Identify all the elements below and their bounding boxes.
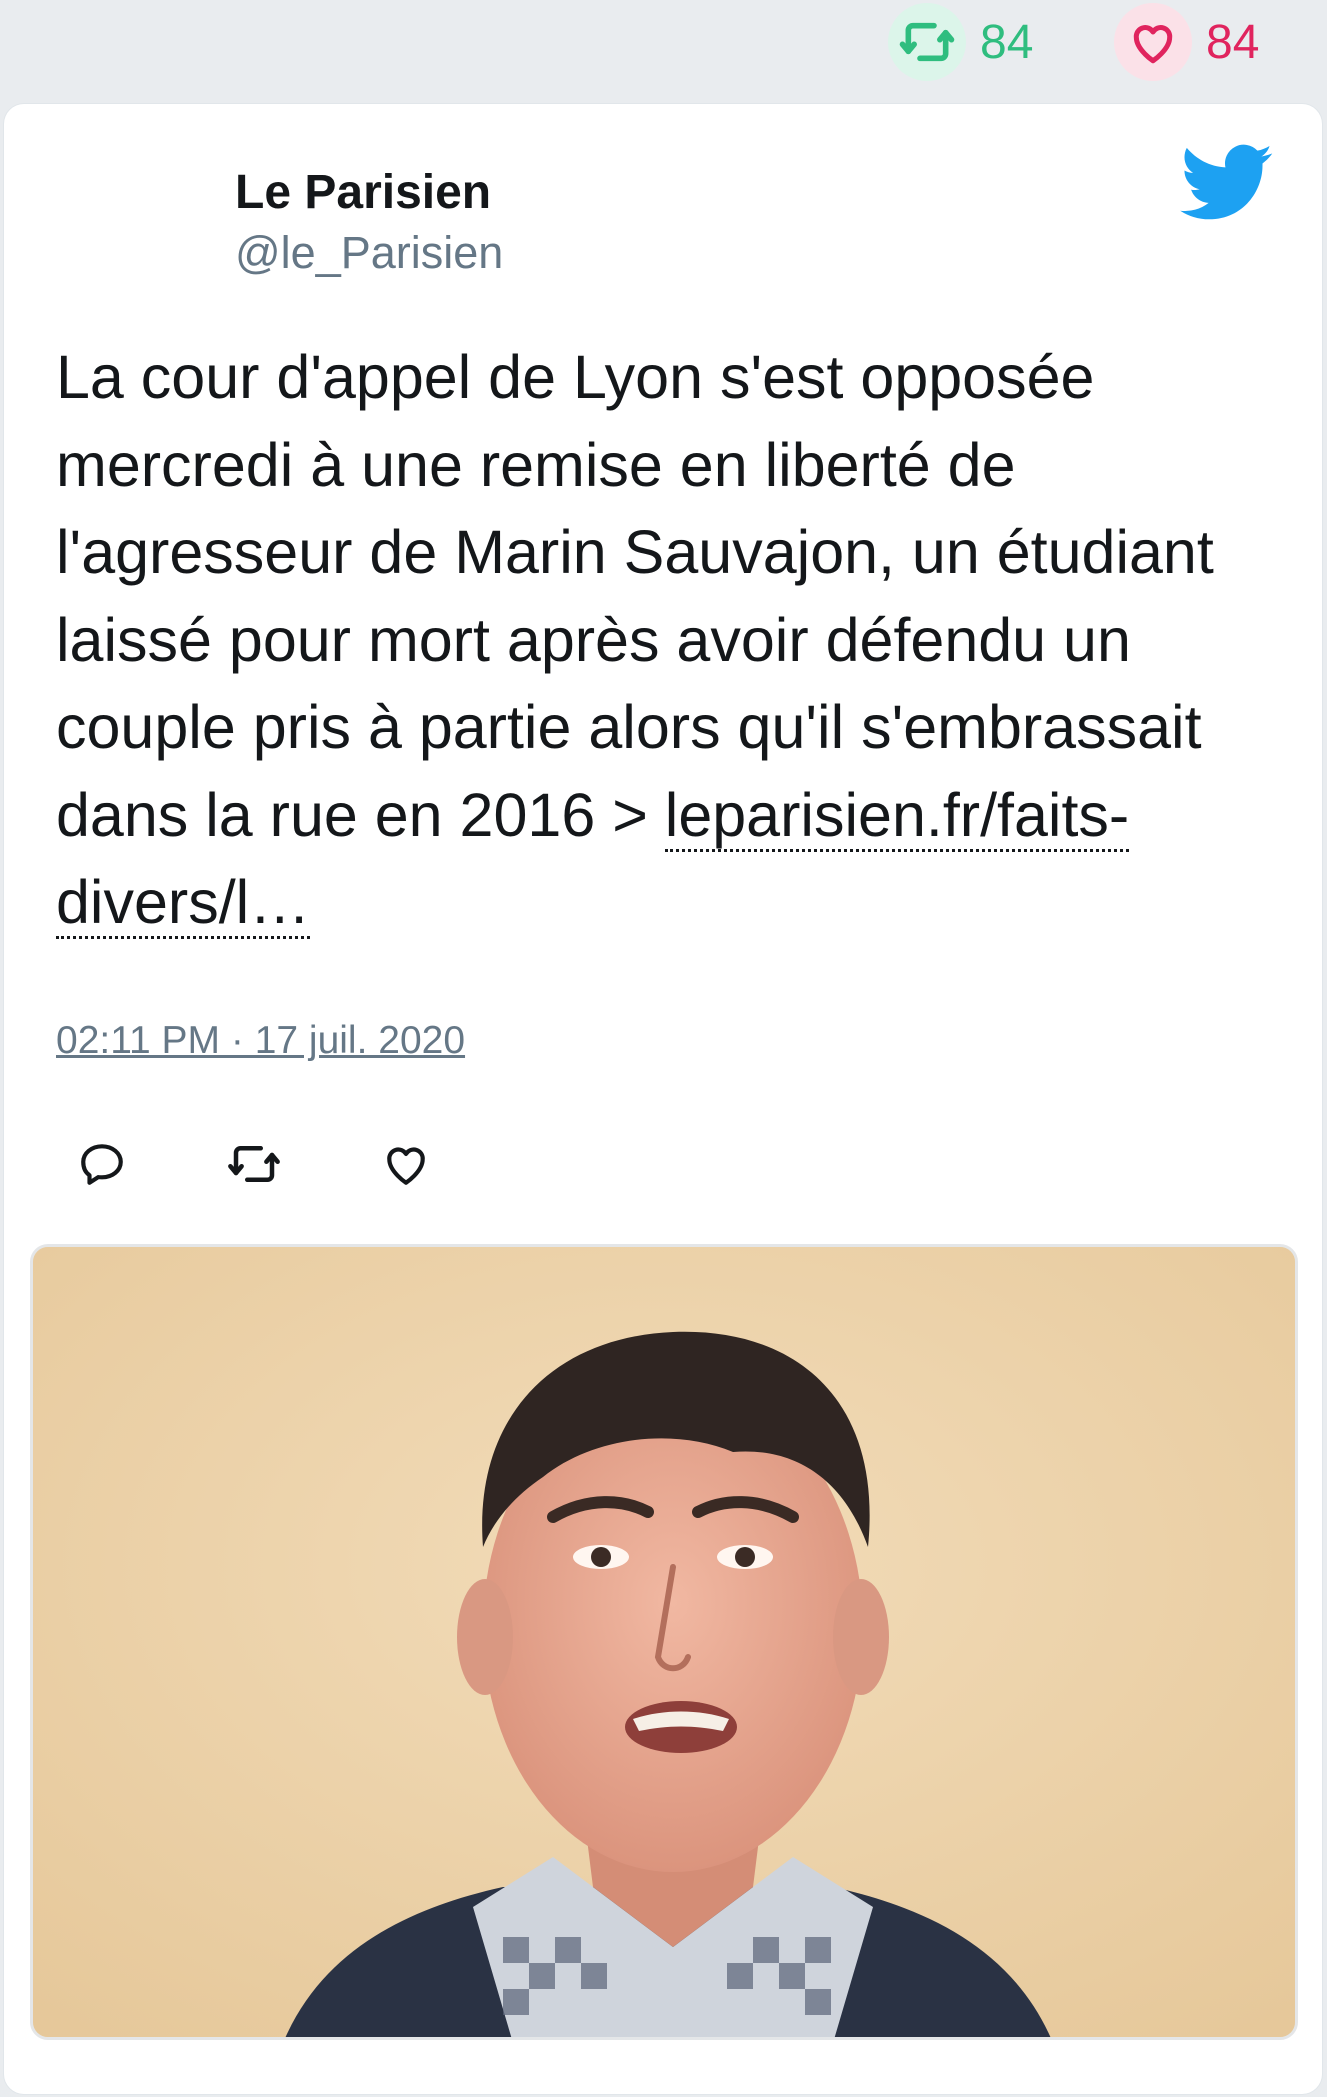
author-handle[interactable]: @le_Parisien — [235, 224, 503, 283]
reply-button[interactable] — [72, 1134, 132, 1194]
heart-action-icon — [387, 1147, 425, 1185]
tweet-actions — [72, 1134, 528, 1194]
retweet-button[interactable] — [224, 1134, 284, 1194]
author-name[interactable]: Le Parisien — [235, 164, 503, 222]
like-count: 84 — [1206, 15, 1260, 69]
reply-icon — [81, 1144, 123, 1185]
tweet-timestamp[interactable]: 02:11 PM · 17 juil. 2020 — [56, 1019, 465, 1063]
heart-icon — [1114, 3, 1192, 81]
engagement-stats: 84 84 — [0, 0, 1327, 100]
portrait-illustration — [33, 1247, 1295, 2037]
tweet-photo[interactable] — [30, 1244, 1298, 2040]
retweet-action-icon — [228, 1146, 280, 1182]
author-block[interactable]: Le Parisien @le_Parisien — [235, 164, 503, 282]
retweet-icon — [888, 3, 966, 81]
like-count-group[interactable]: 84 — [1114, 0, 1259, 84]
tweet-body: La cour d'appel de Lyon s'est opposée me… — [56, 343, 1214, 849]
like-button[interactable] — [376, 1134, 436, 1194]
tweet-text: La cour d'appel de Lyon s'est opposée me… — [56, 334, 1286, 947]
tweet-card: Le Parisien @le_Parisien La cour d'appel… — [4, 104, 1322, 2094]
retweet-count-group[interactable]: 84 — [888, 0, 1033, 84]
retweet-count: 84 — [980, 15, 1034, 69]
twitter-bird-icon[interactable] — [1180, 144, 1274, 227]
